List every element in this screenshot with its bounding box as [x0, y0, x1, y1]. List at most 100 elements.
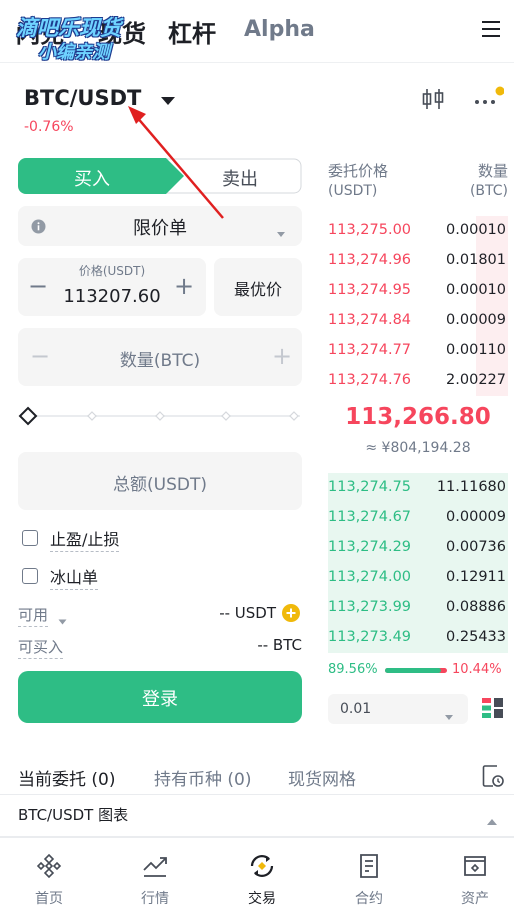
pair-symbol[interactable]: BTC/USDT: [24, 86, 141, 110]
order-type-caret-icon: [276, 223, 286, 242]
ob-price-header: 委托价格: [328, 162, 389, 180]
ask-qty: 0.00110: [446, 342, 506, 358]
nav-divider: [0, 836, 514, 838]
available-value: -- USDT: [219, 604, 276, 622]
bid-row[interactable]: 113,273.49 0.25433: [328, 623, 508, 653]
total-placeholder: 总额(USDT): [113, 475, 207, 495]
more-options-icon[interactable]: [472, 86, 505, 116]
best-price-button[interactable]: 最优价: [214, 258, 302, 316]
login-button[interactable]: 登录: [18, 671, 302, 723]
chart-bar-label[interactable]: BTC/USDT 图表: [18, 804, 128, 825]
tab-open-orders[interactable]: 当前委托 (0): [18, 765, 115, 790]
tp-sl-label[interactable]: 止盈/止损: [50, 526, 120, 552]
ask-price: 113,274.84: [328, 312, 412, 328]
tab-spot-grid[interactable]: 现货网格: [288, 765, 356, 790]
bid-price: 113,273.99: [328, 599, 412, 615]
available-caret-icon[interactable]: [58, 610, 67, 629]
login-button-label: 登录: [142, 689, 178, 710]
bid-row[interactable]: 113,274.00 0.12911: [328, 563, 508, 593]
candlestick-icon[interactable]: [420, 86, 446, 116]
can-buy-value: -- BTC: [257, 636, 302, 654]
nav-markets[interactable]: 行情: [115, 850, 195, 907]
nav-trade[interactable]: 交易: [222, 850, 302, 907]
available-label[interactable]: 可用: [18, 604, 49, 627]
price-increment-button[interactable]: +: [174, 272, 194, 300]
nav-assets-label: 资产: [461, 891, 489, 907]
pair-dropdown-icon[interactable]: [160, 92, 176, 111]
ask-price: 113,274.95: [328, 282, 412, 298]
ask-row[interactable]: 113,274.77 0.00110: [328, 336, 508, 366]
ask-price: 113,274.96: [328, 252, 412, 268]
nav-futures-label: 合约: [355, 891, 383, 907]
ask-row[interactable]: 113,274.84 0.00009: [328, 306, 508, 336]
ratio-bar-buy-fill: [385, 668, 441, 673]
price-input[interactable]: − 价格(USDT) 113207.60 +: [18, 258, 206, 316]
tab-holdings[interactable]: 持有币种 (0): [154, 765, 251, 790]
nav-markets-label: 行情: [141, 891, 169, 907]
buy-sell-toggle: 买入 卖出: [18, 158, 302, 194]
bid-qty: 11.11680: [436, 479, 506, 495]
ask-qty: 0.00010: [446, 222, 506, 238]
bid-price: 113,274.67: [328, 509, 412, 525]
ask-qty: 2.00227: [446, 372, 506, 388]
order-type-label: 限价单: [133, 218, 187, 239]
precision-caret-icon: [444, 706, 454, 725]
nav-futures[interactable]: 合约: [329, 850, 409, 907]
ask-price: 113,274.76: [328, 372, 412, 388]
futures-icon: [360, 854, 378, 878]
nav-home[interactable]: 首页: [9, 850, 89, 907]
precision-select[interactable]: 0.01: [328, 694, 468, 724]
tab-margin[interactable]: 杠杆: [168, 14, 216, 49]
pair-change: -0.76%: [24, 119, 74, 135]
watermark-line2: 小编亲测: [38, 42, 110, 63]
ob-qty-unit: (BTC): [469, 183, 508, 199]
ask-qty: 0.00010: [446, 282, 506, 298]
bid-row[interactable]: 113,274.67 0.00009: [328, 503, 508, 533]
bid-price: 113,274.00: [328, 569, 412, 585]
tab-alpha[interactable]: Alpha: [244, 17, 315, 42]
tabs-divider: [0, 794, 514, 795]
precision-value: 0.01: [340, 701, 372, 717]
quantity-increment-button[interactable]: +: [272, 342, 292, 370]
sell-ratio: 10.44%: [452, 662, 502, 677]
ask-row[interactable]: 113,274.76 2.00227: [328, 366, 508, 396]
chart-expand-icon[interactable]: [486, 811, 498, 830]
last-price: 113,266.80: [345, 404, 491, 430]
bid-qty: 0.25433: [446, 629, 506, 645]
last-price-cny: ≈ ¥804,194.28: [365, 440, 471, 456]
bid-price: 113,274.75: [328, 479, 412, 495]
bid-qty: 0.00009: [446, 509, 506, 525]
bid-price: 113,274.29: [328, 539, 412, 555]
deposit-plus-icon[interactable]: [282, 604, 300, 626]
bid-qty: 0.00736: [446, 539, 506, 555]
nav-assets[interactable]: 资产: [435, 850, 514, 907]
menu-icon[interactable]: [480, 18, 502, 44]
quantity-input[interactable]: − 数量(BTC) +: [18, 328, 302, 386]
total-input[interactable]: 总额(USDT): [18, 452, 302, 510]
amount-slider[interactable]: [18, 406, 302, 426]
sell-tab[interactable]: 卖出: [178, 165, 302, 191]
ratio-bar: [385, 668, 447, 673]
header-divider: [0, 62, 514, 63]
tp-sl-checkbox[interactable]: [22, 530, 38, 546]
can-buy-label: 可买入: [18, 636, 64, 659]
ob-qty-header: 数量: [477, 162, 508, 180]
order-history-icon[interactable]: [482, 764, 504, 792]
buy-tab[interactable]: 买入: [18, 165, 166, 191]
ask-row[interactable]: 113,274.95 0.00010: [328, 276, 508, 306]
bid-row[interactable]: 113,273.99 0.08886: [328, 593, 508, 623]
nav-home-label: 首页: [35, 891, 63, 907]
iceberg-label[interactable]: 冰山单: [50, 564, 99, 590]
watermark-overlay: 滴吧乐现货 小编亲测: [16, 12, 146, 64]
bid-qty: 0.08886: [446, 599, 506, 615]
ask-row[interactable]: 113,275.00 0.00010: [328, 216, 508, 246]
ask-row[interactable]: 113,274.96 0.01801: [328, 246, 508, 276]
home-icon: [36, 853, 62, 879]
wallet-icon: [464, 856, 486, 876]
book-layout-icon[interactable]: [482, 697, 504, 723]
best-price-label: 最优价: [233, 280, 282, 299]
order-type-select[interactable]: 限价单: [18, 206, 302, 246]
bid-row[interactable]: 113,274.75 11.11680: [328, 473, 508, 503]
iceberg-checkbox[interactable]: [22, 568, 38, 584]
bid-row[interactable]: 113,274.29 0.00736: [328, 533, 508, 563]
